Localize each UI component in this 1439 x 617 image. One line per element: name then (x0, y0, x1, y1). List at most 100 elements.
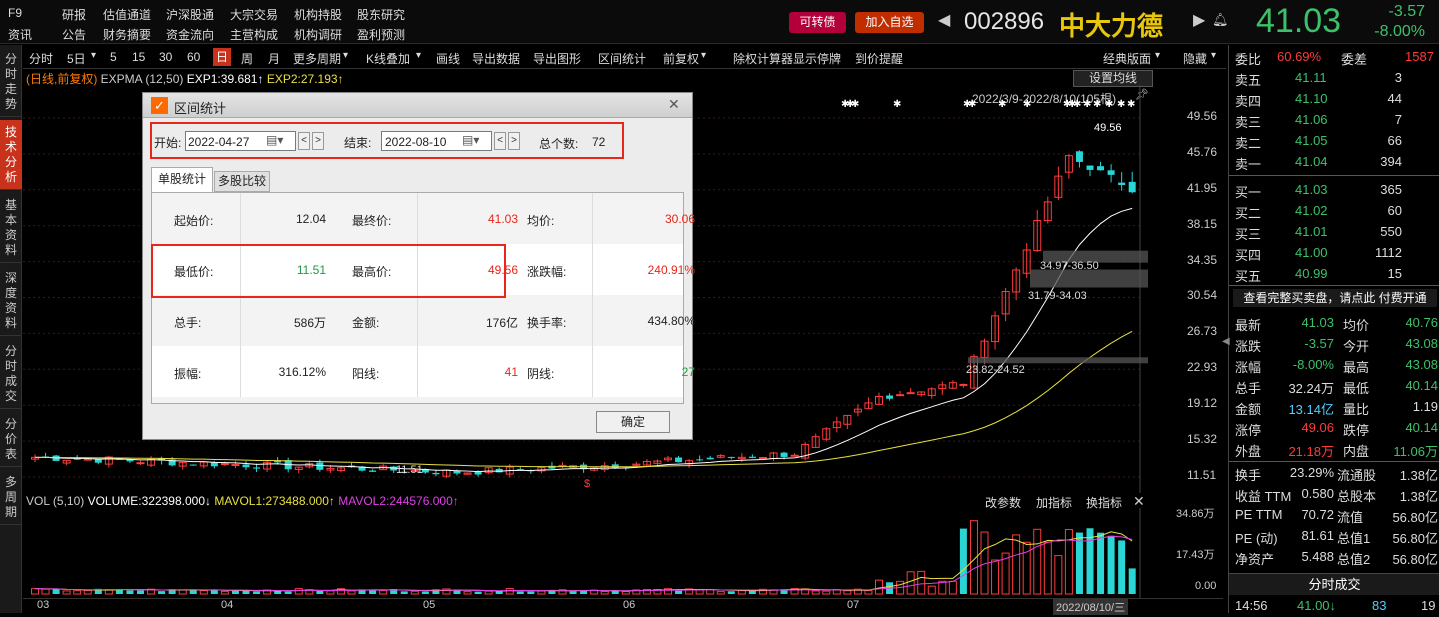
close-icon[interactable]: ✕ (668, 96, 680, 113)
bid-row[interactable]: 买二 41.02 60 (1235, 201, 1438, 222)
toolbar-item[interactable]: K线叠加 (366, 50, 410, 67)
quote-value: 13.14亿 (1288, 402, 1334, 417)
menu-item-top[interactable]: 机构持股 (294, 6, 342, 23)
toolbar-item[interactable]: 日 (213, 48, 232, 66)
ask-row[interactable]: 卖三 41.06 7 (1235, 110, 1438, 131)
left-tab[interactable]: 深度资料 (0, 266, 22, 336)
bid-row[interactable]: 买一 41.03 365 (1235, 180, 1438, 201)
ask-row[interactable]: 卖四 41.10 44 (1235, 89, 1438, 110)
menu-item-bottom[interactable]: 主营构成 (230, 26, 278, 43)
ask-row[interactable]: 卖五 41.11 3 (1235, 68, 1438, 89)
ticks-title[interactable]: 分时成交 (1229, 573, 1439, 595)
bid-row[interactable]: 买五 40.99 15 (1235, 264, 1438, 285)
chart-mode: (日线,前复权) (26, 72, 98, 86)
toolbar-right-item[interactable]: 隐藏 (1183, 50, 1207, 67)
left-tab[interactable]: 分价表 (0, 412, 22, 467)
ask-row[interactable]: 卖一 41.04 394 (1235, 152, 1438, 173)
candle-body (706, 457, 714, 460)
left-tab[interactable]: 技术分析 (0, 120, 22, 190)
bell-icon[interactable]: 🔔︎ (1212, 12, 1229, 28)
dialog-titlebar[interactable]: ✓ 区间统计 ✕ (143, 93, 692, 118)
price-tick: 45.76 (1187, 144, 1218, 159)
volume-bar (178, 589, 187, 595)
toolbar-item[interactable]: 除权计算器 (733, 50, 793, 67)
candle-body (94, 459, 102, 463)
start-date-field[interactable]: 2022-04-27 ▤▾ (185, 131, 296, 151)
menu-item-top[interactable]: 股东研究 (357, 6, 405, 23)
fundamental-value: 1.38亿 (1399, 468, 1438, 483)
ask-price: 41.11 (1295, 70, 1327, 85)
cell-divider (240, 346, 241, 397)
bid-label: 买四 (1235, 248, 1262, 263)
left-tab[interactable]: 基本资料 (0, 193, 22, 263)
toolbar-item[interactable]: 60 (187, 50, 200, 64)
ok-button[interactable]: 确定 (596, 411, 670, 433)
fundamental-value: 23.29% (1289, 465, 1334, 480)
toolbar-item[interactable]: 月 (268, 50, 280, 67)
prev-stock-icon[interactable]: ◀ (938, 10, 950, 30)
tab-multi-compare[interactable]: 多股比较 (214, 171, 270, 192)
volume-chart[interactable] (23, 508, 1223, 598)
upgrade-banner[interactable]: 查看完整买卖盘，请点此 付费开通 (1233, 289, 1437, 307)
bid-row[interactable]: 买三 41.01 550 (1235, 222, 1438, 243)
menu-item-top[interactable]: 估值通道 (103, 6, 151, 23)
volume-bar (737, 590, 746, 595)
left-tab[interactable]: 分时走势 (0, 47, 22, 117)
toolbar-item[interactable]: 导出图形 (533, 50, 581, 67)
add-watchlist-button[interactable]: 加入自选 (855, 12, 924, 33)
menu-item-bottom[interactable]: 资金流向 (166, 26, 214, 43)
start-prev-button[interactable]: < (298, 132, 310, 150)
chart-annotation: 34.97-36.50 (1040, 260, 1099, 272)
left-tab[interactable]: 分时成交 (0, 339, 22, 409)
toolbar-right-item[interactable]: 经典版面 (1103, 50, 1151, 67)
start-next-button[interactable]: > (312, 132, 324, 150)
menu-item-bottom[interactable]: 盈利预测 (357, 26, 405, 43)
range-stats-dialog: ✓ 区间统计 ✕ 开始: 2022-04-27 ▤▾ < > 结束: 2022-… (142, 92, 695, 440)
toolbar-item[interactable]: 周 (241, 50, 253, 67)
toolbar-item[interactable]: 分时 (29, 50, 53, 67)
toolbar-item[interactable]: 5日 (67, 50, 86, 67)
end-next-button[interactable]: > (508, 132, 520, 150)
next-stock-icon[interactable]: ▶ (1193, 10, 1205, 30)
menu-item-bottom[interactable]: 财务摘要 (103, 26, 151, 43)
ask-row[interactable]: 卖二 41.05 66 (1235, 131, 1438, 152)
dropdown-arrow-icon[interactable]: ▾ (1211, 50, 1216, 61)
calendar-dropdown-icon[interactable]: ▤▾ (462, 133, 479, 147)
toolbar-item[interactable]: 更多周期 (293, 50, 341, 67)
divider (1229, 175, 1439, 176)
dropdown-arrow-icon[interactable]: ▾ (343, 50, 348, 61)
menu-item-top[interactable]: 大宗交易 (230, 6, 278, 23)
menu-item-top[interactable]: 研报 (62, 6, 86, 23)
toolbar-item[interactable]: 导出数据 (472, 50, 520, 67)
dropdown-arrow-icon[interactable]: ▾ (91, 50, 96, 61)
menu-item-top[interactable]: F9 (8, 6, 22, 20)
menu-item-bottom[interactable]: 机构调研 (294, 26, 342, 43)
left-tab[interactable]: 多周期 (0, 470, 22, 525)
toolbar-item[interactable]: 5 (110, 50, 117, 64)
weicha-value: 1587 (1405, 49, 1434, 64)
toolbar-item[interactable]: 画线 (436, 50, 460, 67)
end-date-field[interactable]: 2022-08-10 ▤▾ (381, 131, 492, 151)
toolbar-item[interactable]: 区间统计 (598, 50, 646, 67)
convertible-button[interactable]: 可转债 (789, 12, 846, 33)
volume-bar (864, 590, 873, 595)
fundamental-value: 70.72 (1301, 507, 1334, 522)
indicator-name: EXPMA (100, 72, 143, 86)
menu-item-bottom[interactable]: 资讯 (8, 26, 32, 43)
toolbar-item[interactable]: 前复权 (663, 50, 699, 67)
dropdown-arrow-icon[interactable]: ▾ (416, 50, 421, 61)
collapse-panel-icon[interactable]: ◀ (1222, 336, 1230, 347)
toolbar-item[interactable]: 15 (132, 50, 145, 64)
end-prev-button[interactable]: < (494, 132, 506, 150)
menu-item-bottom[interactable]: 公告 (62, 26, 86, 43)
toolbar-item[interactable]: 显示停牌 (793, 50, 841, 67)
menu-item-top[interactable]: 沪深股通 (166, 6, 214, 23)
volume-bar (811, 590, 820, 595)
toolbar-item[interactable]: 30 (159, 50, 172, 64)
tab-single-stock[interactable]: 单股统计 (151, 167, 213, 192)
bid-row[interactable]: 买四 41.00 1112 (1235, 243, 1438, 264)
toolbar-item[interactable]: 到价提醒 (855, 50, 903, 67)
calendar-dropdown-icon[interactable]: ▤▾ (266, 133, 283, 147)
dropdown-arrow-icon[interactable]: ▾ (701, 50, 706, 61)
dropdown-arrow-icon[interactable]: ▾ (1155, 50, 1160, 61)
